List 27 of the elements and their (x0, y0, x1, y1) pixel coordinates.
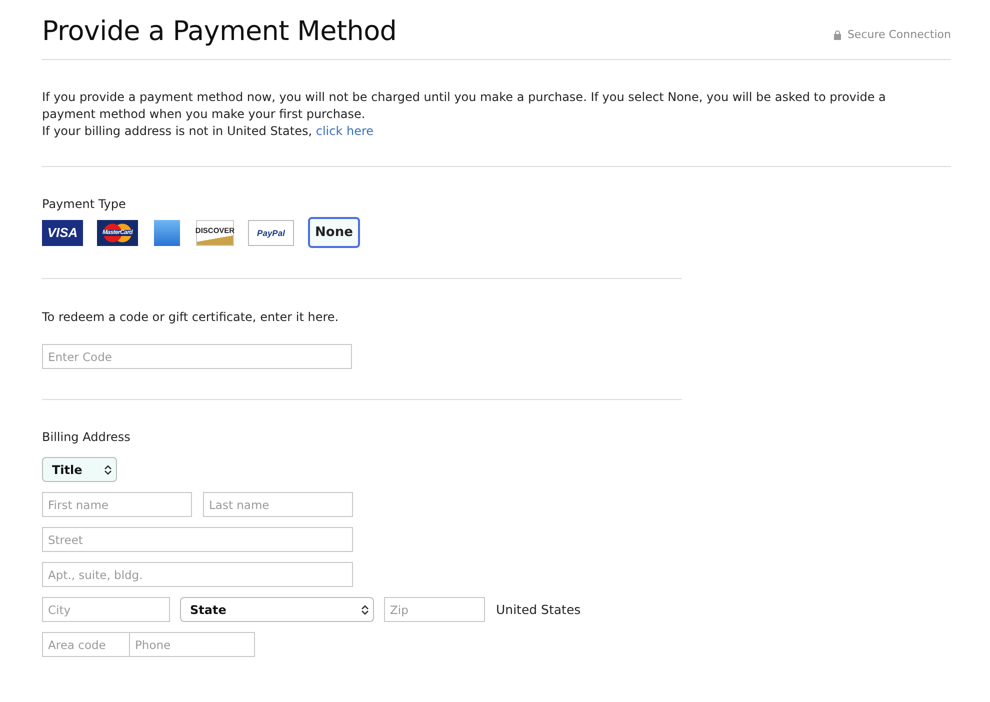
code-input-field[interactable]: Enter Code (42, 344, 352, 369)
chevron-icon (104, 464, 112, 476)
intro-text: If you provide a payment method now, you will not be charged until you make a purchase. If you select None, you will be asked to provide a payment method when you make your first purchase. (42, 89, 887, 123)
click-here-link[interactable]: click here (316, 124, 374, 138)
city-field[interactable]: City (42, 597, 170, 622)
area-code-field[interactable]: Area code (42, 632, 130, 657)
apt-field[interactable]: Apt., suite, bldg. (42, 562, 353, 587)
page-title: Provide a Payment Method (42, 16, 397, 47)
state-select[interactable]: State (180, 597, 374, 622)
payment-type-label: Payment Type (42, 197, 127, 211)
redeem-text: To redeem a code or gift certificate, enter it here. (42, 309, 340, 326)
amex-card-option[interactable] (154, 220, 180, 246)
none-option-button[interactable]: None (308, 217, 360, 248)
phone-field[interactable]: Phone (130, 632, 255, 657)
billing-note: If your billing address is not in United States, click here (42, 123, 375, 140)
country-label: United States (496, 602, 581, 617)
last-name-field[interactable]: Last name (203, 492, 353, 517)
secure-connection-label: Secure Connection (847, 28, 951, 41)
paypal-option[interactable]: PayPal (248, 220, 294, 246)
first-name-field[interactable]: First name (42, 492, 192, 517)
billing-address-label: Billing Address (42, 430, 132, 444)
chevron-icon (361, 604, 369, 616)
title-select[interactable]: Title (42, 457, 117, 482)
lock-icon (833, 30, 842, 40)
visa-card-option[interactable]: VISA (42, 220, 83, 246)
zip-field[interactable]: Zip (384, 597, 485, 622)
street-field[interactable]: Street (42, 527, 353, 552)
